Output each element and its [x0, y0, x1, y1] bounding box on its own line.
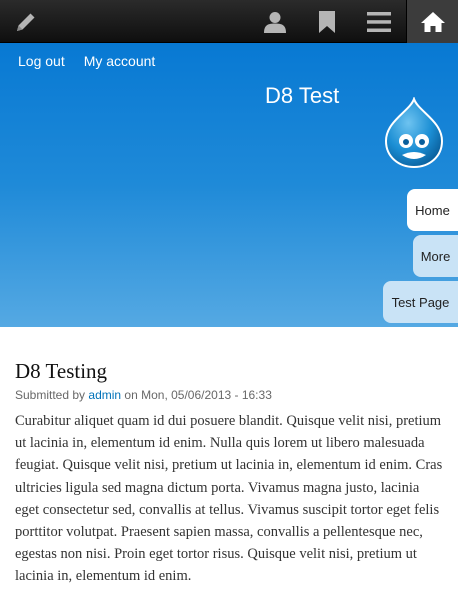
- site-header: Log out My account D8 Test Home More Tes…: [0, 43, 458, 327]
- user-icon: [264, 11, 286, 33]
- submitted-info: Submitted by admin on Mon, 05/06/2013 - …: [15, 388, 443, 402]
- edit-toolbar-button[interactable]: [0, 0, 52, 43]
- admin-toolbar: [0, 0, 458, 43]
- submitted-date: on Mon, 05/06/2013 - 16:33: [124, 388, 272, 402]
- author-link[interactable]: admin: [88, 388, 121, 402]
- secondary-menu: Log out My account: [18, 53, 155, 69]
- node-body: Curabitur aliquet quam id dui posuere bl…: [15, 413, 443, 585]
- user-toolbar-button[interactable]: [252, 0, 298, 43]
- node-title[interactable]: D8 Testing: [15, 358, 443, 384]
- logout-link[interactable]: Log out: [18, 53, 65, 69]
- my-account-link[interactable]: My account: [84, 53, 156, 69]
- site-name[interactable]: D8 Test: [265, 83, 339, 109]
- home-toolbar-button[interactable]: [406, 0, 458, 43]
- pencil-icon: [17, 13, 35, 31]
- menu-toolbar-button[interactable]: [356, 0, 402, 43]
- drupal-drop-logo[interactable]: [384, 97, 444, 169]
- home-icon: [420, 11, 445, 32]
- node-article: D8 Testing Submitted by admin on Mon, 05…: [15, 358, 443, 588]
- tab-home[interactable]: Home: [407, 189, 458, 231]
- submitted-prefix: Submitted by: [15, 388, 86, 402]
- tab-test-page[interactable]: Test Page: [383, 281, 458, 323]
- tab-more[interactable]: More: [413, 235, 458, 277]
- hamburger-icon: [367, 11, 391, 32]
- shortcuts-toolbar-button[interactable]: [306, 0, 348, 43]
- bookmark-icon: [319, 10, 335, 33]
